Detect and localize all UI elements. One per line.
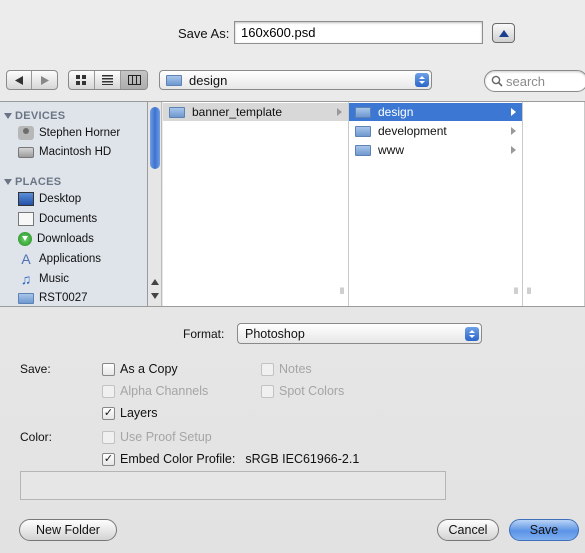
filename-input[interactable]: [234, 21, 483, 44]
column-item-design[interactable]: design: [349, 103, 522, 121]
back-button[interactable]: [7, 71, 32, 89]
list-view-icon: [102, 75, 113, 85]
sidebar-item-documents[interactable]: Documents: [18, 212, 97, 226]
column-item-banner-template[interactable]: banner_template: [163, 103, 348, 121]
chevron-right-icon: [511, 146, 516, 154]
format-label: Format:: [183, 327, 225, 341]
icon-view-button[interactable]: [69, 71, 95, 89]
cancel-button[interactable]: Cancel: [437, 519, 499, 541]
triangle-up-icon: [498, 29, 509, 37]
use-proof-setup-checkbox[interactable]: Use Proof Setup: [102, 430, 212, 444]
folder-icon: [166, 74, 182, 86]
folder-icon: [18, 292, 34, 304]
column-resize-handle[interactable]: ll: [340, 286, 344, 296]
folder-icon: [355, 144, 371, 156]
browser-column-1: banner_template ll: [163, 102, 349, 306]
disclosure-triangle-icon: [4, 113, 12, 119]
collapse-browser-button[interactable]: [492, 23, 515, 43]
list-view-button[interactable]: [95, 71, 121, 89]
as-a-copy-checkbox[interactable]: As a Copy: [102, 362, 178, 376]
view-mode-control: [68, 70, 148, 90]
description-box: [20, 471, 446, 500]
sidebar-item-downloads[interactable]: Downloads: [18, 232, 94, 246]
chevron-right-icon: [511, 108, 516, 116]
sidebar-item-applications[interactable]: A Applications: [18, 252, 101, 266]
sidebar-item-music[interactable]: ♫ Music: [18, 272, 69, 286]
popup-arrows-icon: [465, 327, 479, 341]
spot-colors-checkbox[interactable]: Spot Colors: [261, 384, 344, 398]
layers-checkbox[interactable]: ✓ Layers: [102, 406, 158, 420]
new-folder-button[interactable]: New Folder: [19, 519, 117, 541]
save-options-label: Save:: [20, 362, 51, 376]
search-field[interactable]: search: [484, 70, 585, 92]
sidebar-item-rst0027[interactable]: RST0027: [18, 292, 88, 304]
back-arrow-icon: [15, 75, 23, 85]
downloads-icon: [18, 232, 32, 246]
save-dialog: Save As: 160x600.psd design search DEVIC…: [0, 0, 585, 553]
browser-column-3: ll: [523, 102, 585, 306]
path-popup[interactable]: design: [159, 70, 432, 90]
checkbox-unchecked-icon: [102, 430, 115, 444]
popup-arrows-icon: [415, 73, 429, 87]
scroll-down-icon[interactable]: [151, 293, 159, 299]
forward-button[interactable]: [32, 71, 57, 89]
search-placeholder: search: [506, 73, 546, 89]
chevron-right-icon: [337, 108, 342, 116]
search-icon: [491, 75, 503, 87]
notes-checkbox[interactable]: Notes: [261, 362, 312, 376]
color-options-label: Color:: [20, 430, 53, 444]
alpha-channels-checkbox[interactable]: Alpha Channels: [102, 384, 208, 398]
applications-icon: A: [21, 251, 31, 267]
sidebar: DEVICES Stephen Horner Macintosh HD PLAC…: [0, 102, 148, 306]
scroll-up-icon[interactable]: [151, 279, 159, 285]
places-header[interactable]: PLACES: [4, 176, 61, 188]
folder-icon: [355, 125, 371, 137]
checkmark-icon: ✓: [102, 406, 115, 420]
checkbox-unchecked-icon: [102, 362, 115, 376]
browser-column-2: design development www ll: [349, 102, 523, 306]
column-resize-handle[interactable]: ll: [527, 286, 531, 296]
desktop-icon: [18, 192, 34, 206]
scrollbar-thumb[interactable]: [150, 107, 160, 169]
column-item-www[interactable]: www: [349, 141, 522, 159]
folder-icon: [355, 106, 371, 118]
sidebar-item-macintosh-hd[interactable]: Macintosh HD: [18, 146, 111, 158]
column-item-development[interactable]: development: [349, 122, 522, 140]
format-value: Photoshop: [245, 326, 305, 341]
column-view-button[interactable]: [121, 71, 147, 89]
forward-arrow-icon: [40, 75, 49, 85]
file-browser: DEVICES Stephen Horner Macintosh HD PLAC…: [0, 101, 585, 307]
sidebar-item-desktop[interactable]: Desktop: [18, 192, 81, 206]
disclosure-triangle-icon: [4, 179, 12, 185]
icon-view-icon: [76, 75, 86, 85]
devices-header[interactable]: DEVICES: [4, 110, 65, 122]
column-view-icon: [127, 75, 141, 85]
sidebar-item-stephen-horner[interactable]: Stephen Horner: [18, 126, 120, 140]
documents-icon: [18, 212, 34, 226]
folder-icon: [169, 106, 185, 118]
save-as-label: Save As:: [178, 26, 230, 41]
save-button[interactable]: Save: [509, 519, 579, 541]
column-resize-handle[interactable]: ll: [514, 286, 518, 296]
color-profile-name: sRGB IEC61966-2.1: [245, 452, 360, 466]
path-popup-value: design: [189, 72, 228, 88]
checkbox-unchecked-icon: [261, 384, 274, 398]
checkbox-unchecked-icon: [261, 362, 274, 376]
sidebar-scrollbar[interactable]: [148, 102, 162, 306]
checkmark-icon: ✓: [102, 452, 115, 466]
back-forward-control: [6, 70, 58, 90]
embed-color-profile-checkbox[interactable]: ✓ Embed Color Profile: sRGB IEC61966-2.1: [102, 452, 359, 466]
music-icon: ♫: [20, 271, 32, 287]
user-home-icon: [18, 126, 34, 140]
format-popup[interactable]: Photoshop: [237, 323, 482, 344]
checkbox-unchecked-icon: [102, 384, 115, 398]
hard-drive-icon: [18, 146, 34, 158]
chevron-right-icon: [511, 127, 516, 135]
